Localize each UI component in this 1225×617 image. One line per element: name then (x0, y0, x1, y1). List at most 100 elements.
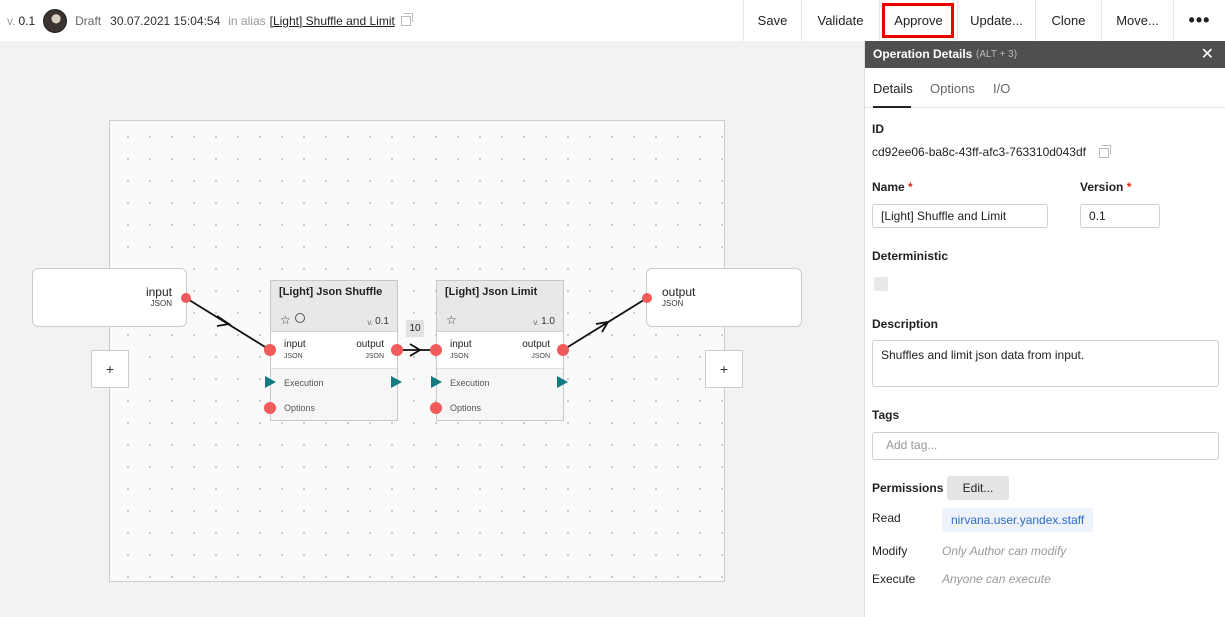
description-label: Description (872, 317, 939, 331)
modify-label: Modify (872, 544, 908, 558)
description-field[interactable]: Shuffles and limit json data from input. (872, 340, 1219, 387)
version-label: Version * (1080, 180, 1131, 194)
output-block-name: output (662, 285, 696, 299)
tags-label: Tags (872, 408, 900, 422)
operation-header: [Light] Json Shuffle ☆ v. 0.1 (271, 281, 397, 332)
name-label: Name * (872, 180, 913, 194)
status-label: Draft (75, 13, 102, 28)
permissions-label: Permissions (872, 481, 944, 495)
timestamp: 30.07.2021 15:04:54 (110, 13, 221, 28)
move-button[interactable]: Move... (1101, 0, 1173, 41)
star-icon[interactable]: ☆ (280, 313, 291, 327)
limit-output-port[interactable] (557, 344, 569, 356)
name-label-text: Name (872, 180, 905, 194)
alias-link[interactable]: [Light] Shuffle and Limit (270, 14, 395, 28)
tab-io[interactable]: I/O (993, 81, 1010, 96)
operation-title: [Light] Json Limit (445, 286, 538, 298)
output-block[interactable]: output JSON (646, 268, 802, 327)
input-block[interactable]: input JSON (32, 268, 187, 327)
panel-hotkey: (ALT + 3) (976, 49, 1018, 60)
output-port-type: JSON (531, 353, 550, 360)
output-port-type: JSON (365, 353, 384, 360)
validate-button[interactable]: Validate (801, 0, 879, 41)
name-field[interactable]: [Light] Shuffle and Limit (872, 204, 1048, 228)
execution-label: Execution (284, 378, 324, 388)
operation-ports: input JSON output JSON (437, 332, 563, 369)
more-menu-button[interactable]: ••• (1173, 0, 1225, 41)
shuffle-input-port[interactable] (264, 344, 276, 356)
modify-permission-note: Only Author can modify (942, 544, 1067, 558)
operation-version-prefix: v. (533, 318, 539, 327)
tab-details[interactable]: Details (873, 81, 913, 96)
options-label: Options (450, 403, 482, 413)
deterministic-checkbox[interactable] (874, 277, 888, 291)
required-mark: * (1126, 180, 1132, 194)
copy-icon[interactable] (400, 12, 413, 26)
options-label: Options (284, 403, 316, 413)
tag-input[interactable]: Add tag... (872, 432, 1219, 460)
operation-json-shuffle[interactable]: [Light] Json Shuffle ☆ v. 0.1 input JSON… (270, 280, 398, 421)
read-label: Read (872, 511, 901, 525)
limit-options-port[interactable] (430, 402, 442, 414)
output-port-label: output (522, 339, 550, 350)
input-port-type: JSON (284, 353, 303, 360)
tab-options[interactable]: Options (930, 81, 975, 96)
operation-title: [Light] Json Shuffle (279, 286, 383, 298)
close-icon[interactable]: ✕ (1201, 44, 1214, 64)
edge-layer (185, 297, 648, 357)
version-field[interactable]: 0.1 (1080, 204, 1160, 228)
approve-button[interactable]: Approve (879, 0, 957, 41)
output-block-type: JSON (662, 299, 684, 308)
version-prefix: v. (7, 13, 16, 28)
output-block-port[interactable] (642, 293, 652, 303)
execute-permission-note: Anyone can execute (942, 572, 1051, 586)
shuffle-exec-in-icon[interactable] (265, 376, 276, 388)
panel-title: Operation Details (873, 47, 973, 61)
avatar[interactable] (43, 8, 68, 33)
save-button[interactable]: Save (743, 0, 801, 41)
execute-label: Execute (872, 572, 916, 586)
edge-count-badge: 10 (406, 320, 424, 337)
edit-permissions-button[interactable]: Edit... (947, 476, 1009, 500)
panel-header: Operation Details (ALT + 3) ✕ (865, 41, 1225, 68)
add-input-button[interactable]: + (91, 350, 129, 388)
graph-canvas[interactable]: input JSON output JSON + + [Light] Json … (0, 41, 864, 617)
id-label: ID (872, 122, 884, 136)
deterministic-label: Deterministic (872, 249, 949, 263)
operation-ports: input JSON output JSON (271, 332, 397, 369)
limit-input-port[interactable] (430, 344, 442, 356)
required-mark: * (908, 180, 913, 194)
star-icon[interactable]: ☆ (446, 313, 457, 327)
operation-header: [Light] Json Limit ☆ v. 1.0 (437, 281, 563, 332)
input-port-type: JSON (450, 353, 469, 360)
edge-arrow-head (595, 320, 610, 333)
input-block-port[interactable] (181, 293, 191, 303)
operation-version: 0.1 (375, 316, 389, 327)
add-output-button[interactable]: + (705, 350, 743, 388)
update-button[interactable]: Update... (957, 0, 1035, 41)
limit-exec-out-icon[interactable] (557, 376, 568, 388)
input-port-label: input (450, 339, 472, 350)
input-block-name: input (145, 285, 172, 299)
input-block-type: JSON (150, 299, 172, 308)
output-port-label: output (356, 339, 384, 350)
version-value[interactable]: 0.1 (18, 14, 35, 28)
shuffle-exec-out-icon[interactable] (391, 376, 402, 388)
history-icon[interactable] (295, 313, 305, 323)
operation-controls: Execution Options (437, 369, 563, 420)
read-permission-chip[interactable]: nirvana.user.yandex.staff (942, 508, 1094, 532)
operation-json-limit[interactable]: [Light] Json Limit ☆ v. 1.0 input JSON o… (436, 280, 564, 421)
input-port-label: input (284, 339, 306, 350)
toolbar-actions: Save Validate Approve Update... Clone Mo… (743, 0, 1225, 41)
operation-details-panel: Operation Details (ALT + 3) ✕ Details Op… (864, 41, 1225, 617)
edge-limit-to-output (562, 297, 648, 351)
version-label-text: Version (1080, 180, 1124, 194)
clone-button[interactable]: Clone (1035, 0, 1101, 41)
limit-exec-in-icon[interactable] (431, 376, 442, 388)
execution-label: Execution (450, 378, 490, 388)
copy-icon[interactable] (1099, 145, 1111, 158)
operation-version-prefix: v. (367, 318, 373, 327)
shuffle-options-port[interactable] (264, 402, 276, 414)
shuffle-output-port[interactable] (391, 344, 403, 356)
operation-version: 1.0 (541, 316, 555, 327)
